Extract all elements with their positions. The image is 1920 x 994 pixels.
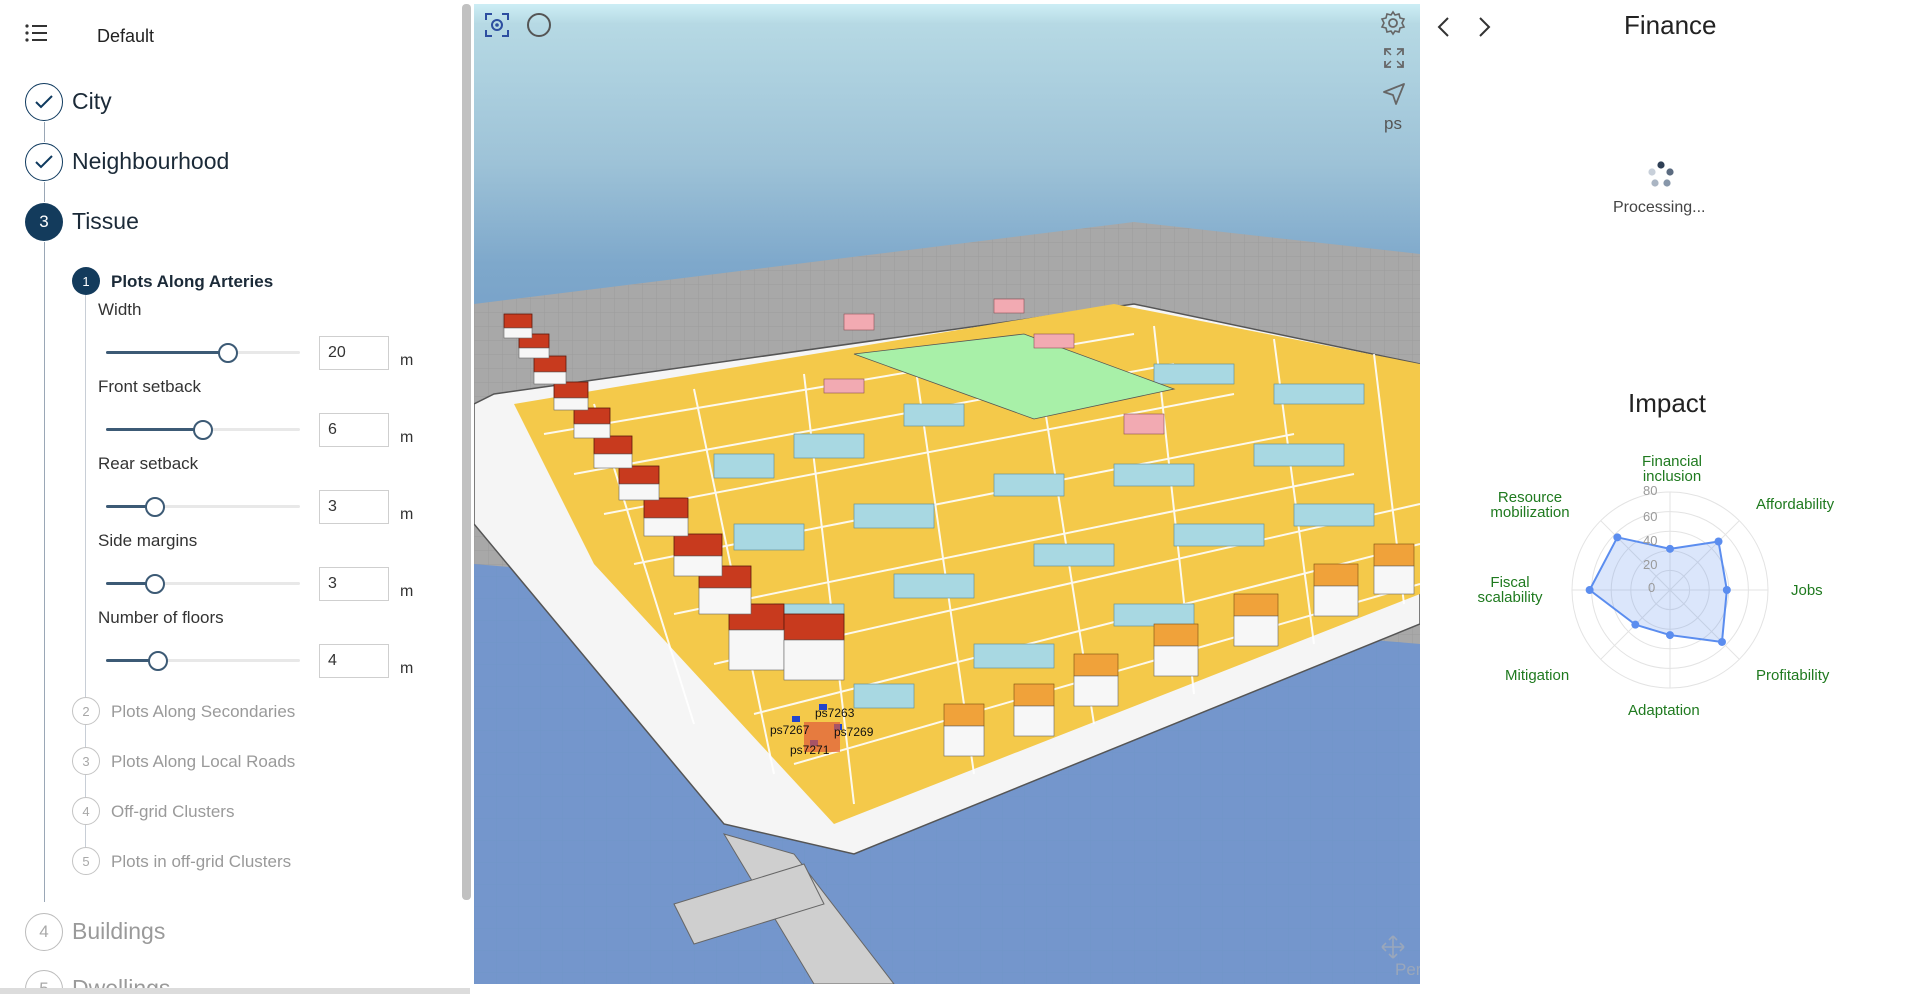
fullscreen-icon[interactable]	[1382, 46, 1406, 75]
side-margins-slider[interactable]	[106, 573, 300, 594]
substep-number-badge: 3	[72, 747, 100, 775]
radar-axis-label: Jobs	[1791, 582, 1823, 599]
processing-status: Processing...	[1613, 199, 1706, 216]
circle-select-icon[interactable]	[526, 12, 552, 43]
radar-axis-label: Mitigation	[1505, 667, 1570, 684]
step-label-neighbourhood: Neighbourhood	[72, 148, 230, 174]
radar-data-point	[1714, 537, 1723, 546]
unit-label: m	[400, 352, 414, 369]
settings-gear-icon[interactable]	[1380, 10, 1406, 41]
radar-data-point	[1631, 620, 1640, 629]
radar-tick-label: 0	[1648, 580, 1656, 595]
substep-number-badge: 1	[72, 267, 100, 295]
substep-label: Plots Along Local Roads	[111, 752, 296, 771]
previous-chevron-icon[interactable]	[1432, 14, 1456, 40]
slider-thumb[interactable]	[193, 420, 213, 440]
param-label-number-of-floors: Number of floors	[98, 608, 224, 627]
step-number-badge: 3	[25, 203, 63, 241]
loading-spinner-icon	[1646, 160, 1676, 195]
unit-label: m	[400, 429, 414, 446]
param-label-width: Width	[98, 300, 142, 319]
step-connector	[44, 182, 45, 202]
param-label-front-setback: Front setback	[98, 377, 201, 396]
slider-thumb[interactable]	[218, 343, 239, 363]
impact-radar-chart	[1571, 491, 1769, 689]
radar-tick-label: 60	[1643, 509, 1658, 524]
workspace-name: Default	[97, 26, 155, 46]
radar-axis-label: Resource mobilization	[1490, 489, 1570, 521]
plot-label: ps7271	[790, 743, 830, 757]
radar-axis-label: Profitability	[1756, 667, 1830, 684]
check-icon	[25, 143, 63, 181]
radar-axis-label: Financial inclusion	[1641, 453, 1703, 485]
radar-data-point	[1666, 544, 1674, 553]
slider-fill	[106, 428, 203, 431]
step-label-buildings: Buildings	[72, 918, 166, 944]
radar-tick-label: 80	[1643, 483, 1658, 498]
substep-label: Plots Along Secondaries	[111, 702, 296, 721]
unit-label: m	[400, 506, 414, 523]
plot-label: ps7269	[834, 725, 874, 739]
substep-label: Off-grid Clusters	[111, 802, 235, 821]
slider-fill	[106, 351, 229, 354]
number-of-floors-slider[interactable]	[106, 650, 300, 671]
radar-axis-label: Adaptation	[1628, 702, 1700, 719]
radar-tick-label: 20	[1643, 557, 1658, 572]
substep-number-badge: 4	[72, 797, 100, 825]
impact-title: Impact	[1628, 388, 1707, 418]
slider-thumb[interactable]	[144, 497, 165, 517]
step-connector	[44, 242, 45, 902]
menu-list-icon[interactable]	[24, 22, 48, 44]
city-scene	[474, 222, 1420, 984]
radar-axis-label: Fiscal scalability	[1477, 574, 1543, 606]
radar-tick-label: 40	[1643, 533, 1658, 548]
substep-number-badge: 5	[72, 847, 100, 875]
finance-title: Finance	[1624, 10, 1717, 40]
plot-label: ps7267	[770, 723, 810, 737]
projection-short-label: ps	[1384, 114, 1402, 133]
radar-data-point	[1585, 586, 1594, 594]
step-number-badge: 4	[25, 913, 63, 951]
focus-select-icon[interactable]	[484, 12, 510, 43]
radar-data-point	[1722, 586, 1731, 594]
radar-axis-label: Affordability	[1756, 496, 1835, 513]
navigate-arrow-icon[interactable]	[1382, 82, 1406, 111]
step-connector	[44, 122, 45, 142]
radar-data-point	[1717, 637, 1726, 646]
horizontal-scrollbar[interactable]	[0, 988, 470, 994]
check-icon	[25, 83, 63, 121]
side-margins-input[interactable]	[319, 567, 389, 601]
radar-series-area	[1588, 536, 1728, 644]
number-of-floors-input[interactable]	[319, 644, 389, 678]
step-label-city: City	[72, 88, 112, 114]
wizard-panel: Default City Neighbourhood 3 Tissue 1 Pl…	[0, 0, 462, 994]
3d-viewport[interactable]: ps7263 ps7267 ps7269 ps7271	[474, 4, 1420, 984]
panel-scrollbar[interactable]	[462, 4, 471, 900]
param-label-rear-setback: Rear setback	[98, 454, 199, 473]
radar-data-point	[1613, 533, 1622, 542]
rear-setback-slider[interactable]	[106, 496, 300, 517]
front-setback-slider[interactable]	[106, 419, 300, 440]
substep-number-badge: 2	[72, 697, 100, 725]
plot-label: ps7263	[815, 706, 855, 720]
rear-setback-input[interactable]	[319, 490, 389, 524]
unit-label: m	[400, 583, 414, 600]
slider-thumb[interactable]	[148, 651, 169, 671]
radar-data-point	[1666, 631, 1674, 640]
param-label-side-margins: Side margins	[98, 531, 198, 550]
width-input[interactable]	[319, 336, 389, 370]
substep-label: Plots Along Arteries	[111, 272, 274, 291]
slider-thumb[interactable]	[144, 574, 165, 594]
step-label-tissue: Tissue	[72, 208, 139, 234]
substep-label: Plots in off-grid Clusters	[111, 852, 292, 871]
width-slider[interactable]	[106, 342, 300, 363]
next-chevron-icon[interactable]	[1472, 14, 1496, 40]
front-setback-input[interactable]	[319, 413, 389, 447]
unit-label: m	[400, 660, 414, 677]
